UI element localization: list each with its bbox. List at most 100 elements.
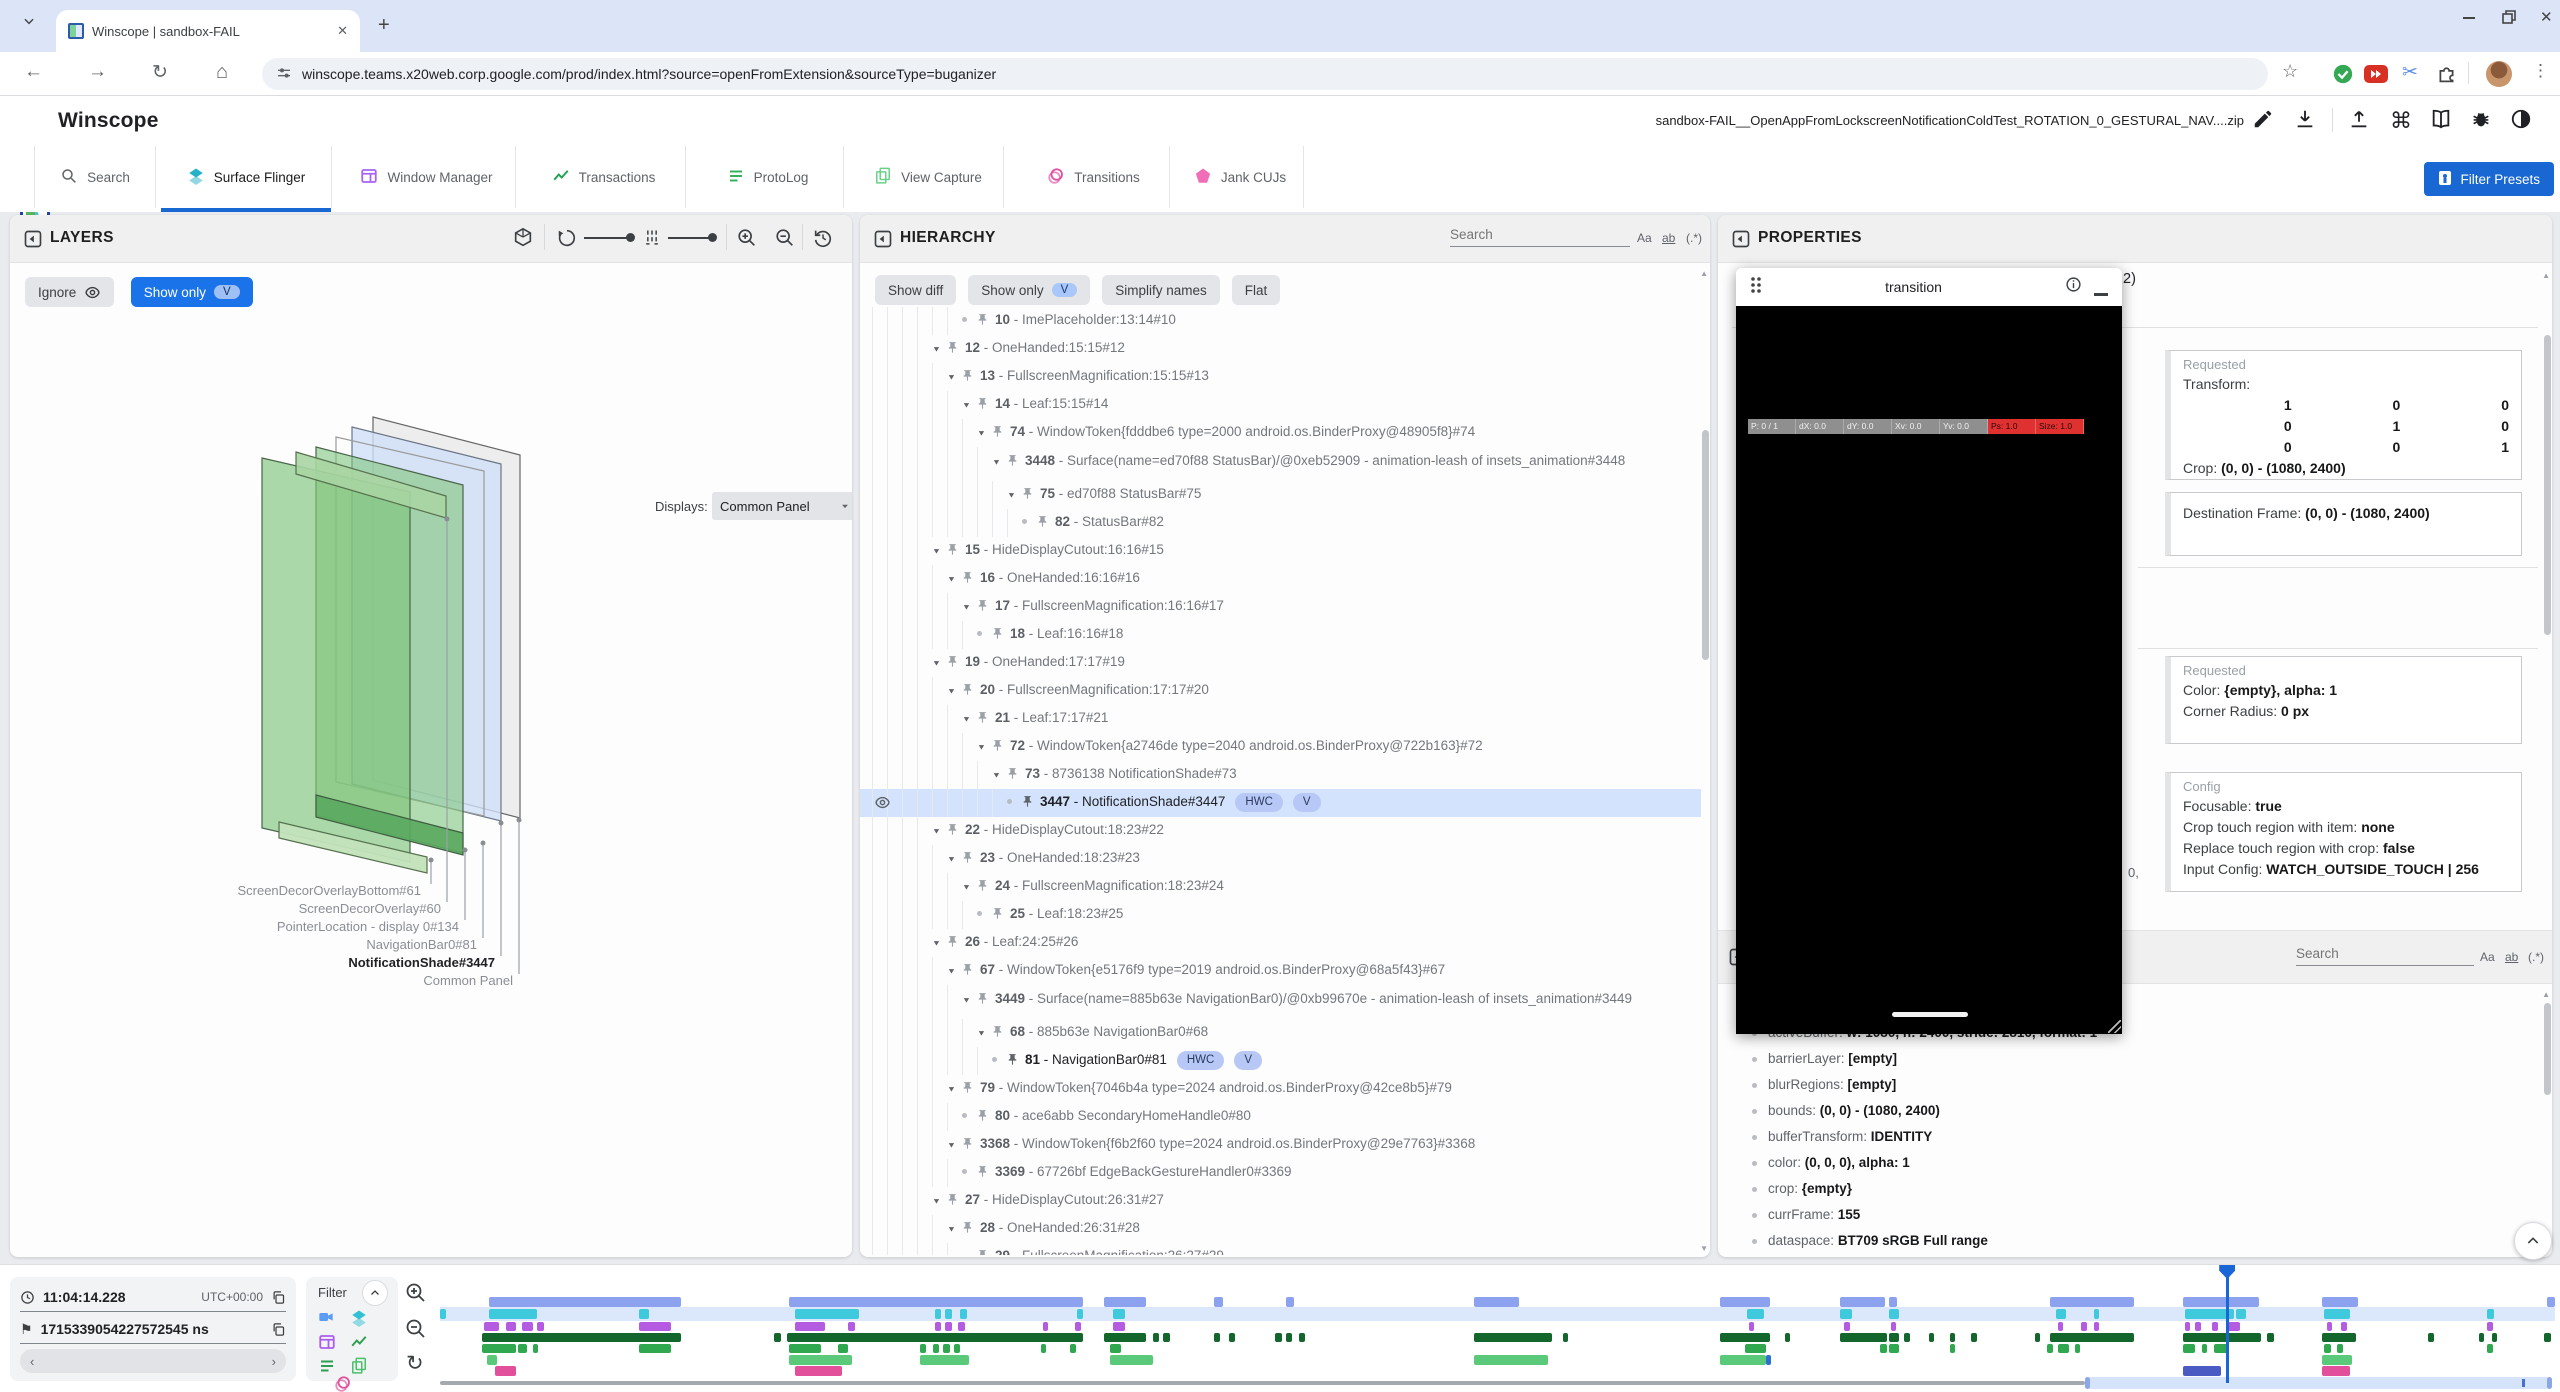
surface-flinger-track-segment[interactable] <box>1747 1309 1764 1319</box>
expand-arrow-icon[interactable]: ▼ <box>1007 484 1021 506</box>
transactions-track-segment[interactable] <box>1904 1333 1910 1342</box>
protolog-track-segment[interactable] <box>1950 1344 1955 1353</box>
tab-search-chevron-icon[interactable] <box>22 14 36 33</box>
layer-label[interactable]: ScreenDecorOverlayBottom#61 <box>237 883 421 898</box>
expand-arrow-icon[interactable]: ▼ <box>962 1246 976 1255</box>
detail-property[interactable]: color: (0, 0, 0), alpha: 1 <box>1734 1150 2542 1176</box>
shortcuts-icon[interactable]: ⌘ <box>2390 108 2414 132</box>
screen-recording-track-segment[interactable] <box>2183 1297 2259 1307</box>
timeline-zoom-out-icon[interactable] <box>404 1317 428 1346</box>
surface-flinger-track-segment[interactable] <box>489 1309 538 1319</box>
view-capture-track-segment[interactable] <box>1766 1355 1771 1365</box>
hierarchy-node-73[interactable]: ▼73 - 8736138 NotificationShade#73 <box>860 761 1701 789</box>
window-manager-track-segment[interactable] <box>484 1322 499 1331</box>
back-icon[interactable]: ← <box>24 61 43 83</box>
transactions-track-segment[interactable] <box>1104 1333 1146 1342</box>
hierarchy-node-3447[interactable]: 3447 - NotificationShade#3447HWCV <box>860 789 1701 817</box>
window-manager-track-segment[interactable] <box>2212 1322 2217 1331</box>
expand-arrow-icon[interactable]: ▼ <box>947 1078 961 1100</box>
match-case-icon[interactable]: Aa <box>1637 231 1652 245</box>
pin-icon[interactable] <box>946 1189 959 1215</box>
download-icon[interactable] <box>2294 108 2318 132</box>
hierarchy-node-22[interactable]: ▼22 - HideDisplayCutout:18:23#22 <box>860 817 1701 845</box>
transactions-track-segment[interactable] <box>1153 1333 1159 1342</box>
window-manager-track-segment[interactable] <box>935 1322 941 1331</box>
pin-icon[interactable] <box>961 1077 974 1103</box>
extension-playback-icon[interactable] <box>2364 65 2388 88</box>
tab-search[interactable]: Search <box>34 146 156 208</box>
timeline-zoom-in-icon[interactable] <box>404 1281 428 1310</box>
pin-icon[interactable] <box>976 1245 989 1255</box>
scroll-up-icon[interactable]: ▲ <box>1700 269 1708 278</box>
layer-label[interactable]: NotificationShade#3447 <box>348 955 495 970</box>
scroll-up-icon[interactable]: ▲ <box>2542 990 2550 999</box>
detail-property[interactable]: currFrame: 155 <box>1734 1202 2542 1228</box>
transition-overlay-window[interactable]: transition P: 0 / 1dX: 0.0dY: 0.0Xv: 0.0… <box>1736 268 2122 1034</box>
surface-flinger-track-segment[interactable] <box>1840 1309 1852 1319</box>
protolog-track-segment[interactable] <box>2047 1344 2052 1353</box>
protolog-track-segment[interactable] <box>2324 1344 2330 1353</box>
surface-flinger-track-segment[interactable] <box>935 1309 941 1319</box>
hierarchy-node-13[interactable]: ▼13 - FullscreenMagnification:15:15#13 <box>860 363 1701 391</box>
chip-show-only[interactable]: Show onlyV <box>968 275 1090 305</box>
forward-icon[interactable]: → <box>88 61 107 83</box>
protolog-track-segment[interactable] <box>1041 1344 1046 1353</box>
match-word-icon[interactable]: ab <box>2505 950 2518 964</box>
pin-icon[interactable] <box>1006 763 1019 789</box>
edit-icon[interactable] <box>2252 108 2276 132</box>
timeline-scrollbar-track[interactable] <box>440 1381 2085 1385</box>
protolog-track-segment[interactable] <box>482 1344 516 1353</box>
surface-flinger-track-segment[interactable] <box>1889 1309 1900 1319</box>
window-manager-track-segment[interactable] <box>2341 1322 2346 1331</box>
transactions-track-segment[interactable] <box>1286 1333 1292 1342</box>
browser-tab[interactable]: Winscope | sandbox-FAIL ✕ <box>56 10 360 52</box>
pin-icon[interactable] <box>961 1133 974 1159</box>
window-manager-track-segment[interactable] <box>1891 1322 1896 1331</box>
transactions-track-segment[interactable] <box>1950 1333 1955 1342</box>
expand-arrow-icon[interactable]: ▼ <box>962 876 976 898</box>
window-manager-track-segment[interactable] <box>1113 1322 1126 1331</box>
transactions-track-segment[interactable] <box>2183 1333 2261 1342</box>
hierarchy-node-82[interactable]: 82 - StatusBar#82 <box>860 509 1701 537</box>
transactions-filter-icon[interactable] <box>350 1333 366 1349</box>
layer-label[interactable]: NavigationBar0#81 <box>366 937 477 952</box>
transactions-track-segment[interactable] <box>1929 1333 1934 1342</box>
surface-flinger-track-segment[interactable] <box>2487 1309 2493 1319</box>
transactions-track-segment[interactable] <box>1299 1333 1305 1342</box>
match-case-icon[interactable]: Aa <box>2480 950 2495 964</box>
pin-icon[interactable] <box>976 991 989 1011</box>
pin-icon[interactable] <box>991 903 1004 929</box>
pin-icon[interactable] <box>946 931 959 957</box>
regex-icon[interactable]: (.*) <box>2528 950 2544 964</box>
pin-icon[interactable] <box>961 679 974 705</box>
regex-icon[interactable]: (.*) <box>1686 231 1702 245</box>
pin-icon[interactable] <box>976 707 989 733</box>
screen-recording-track-segment[interactable] <box>1840 1297 1884 1307</box>
view-capture-track-segment[interactable] <box>1720 1355 1767 1365</box>
expand-arrow-icon[interactable]: ▼ <box>932 932 946 954</box>
transactions-track-segment[interactable] <box>2267 1333 2273 1342</box>
window-close-icon[interactable]: ✕ <box>2540 0 2553 34</box>
expand-arrow-icon[interactable]: ▼ <box>947 568 961 590</box>
expand-arrow-icon[interactable]: ▼ <box>962 394 976 416</box>
hierarchy-node-80[interactable]: 80 - ace6abb SecondaryHomeHandle0#80 <box>860 1103 1701 1131</box>
window-manager-track-segment[interactable] <box>2487 1322 2492 1331</box>
detail-scrollbar[interactable] <box>2544 1003 2551 1095</box>
timeline-reset-zoom-icon[interactable]: ↻ <box>406 1351 424 1376</box>
transactions-track-segment[interactable] <box>1163 1333 1169 1342</box>
info-icon[interactable] <box>2065 276 2082 298</box>
window-minimize-icon[interactable] <box>2462 0 2476 34</box>
expand-arrow-icon[interactable]: ▼ <box>932 820 946 842</box>
pin-icon[interactable] <box>961 365 974 391</box>
hierarchy-node-3449[interactable]: ▼3449 - Surface(name=885b63e NavigationB… <box>860 985 1701 1019</box>
surface-flinger-filter-icon[interactable] <box>350 1309 366 1325</box>
pin-icon[interactable] <box>991 421 1004 447</box>
window-manager-track-segment[interactable] <box>1043 1322 1048 1331</box>
surface-flinger-track-segment[interactable] <box>639 1309 650 1319</box>
pin-icon[interactable] <box>961 847 974 873</box>
hierarchy-node-75[interactable]: ▼75 - ed70f88 StatusBar#75 <box>860 481 1701 509</box>
window-manager-track-segment[interactable] <box>1844 1322 1849 1331</box>
tab-surface-flinger[interactable]: Surface Flinger <box>161 146 332 208</box>
detail-property[interactable]: dataspace: BT709 sRGB Full range <box>1734 1228 2542 1254</box>
transactions-track-segment[interactable] <box>2479 1333 2484 1342</box>
